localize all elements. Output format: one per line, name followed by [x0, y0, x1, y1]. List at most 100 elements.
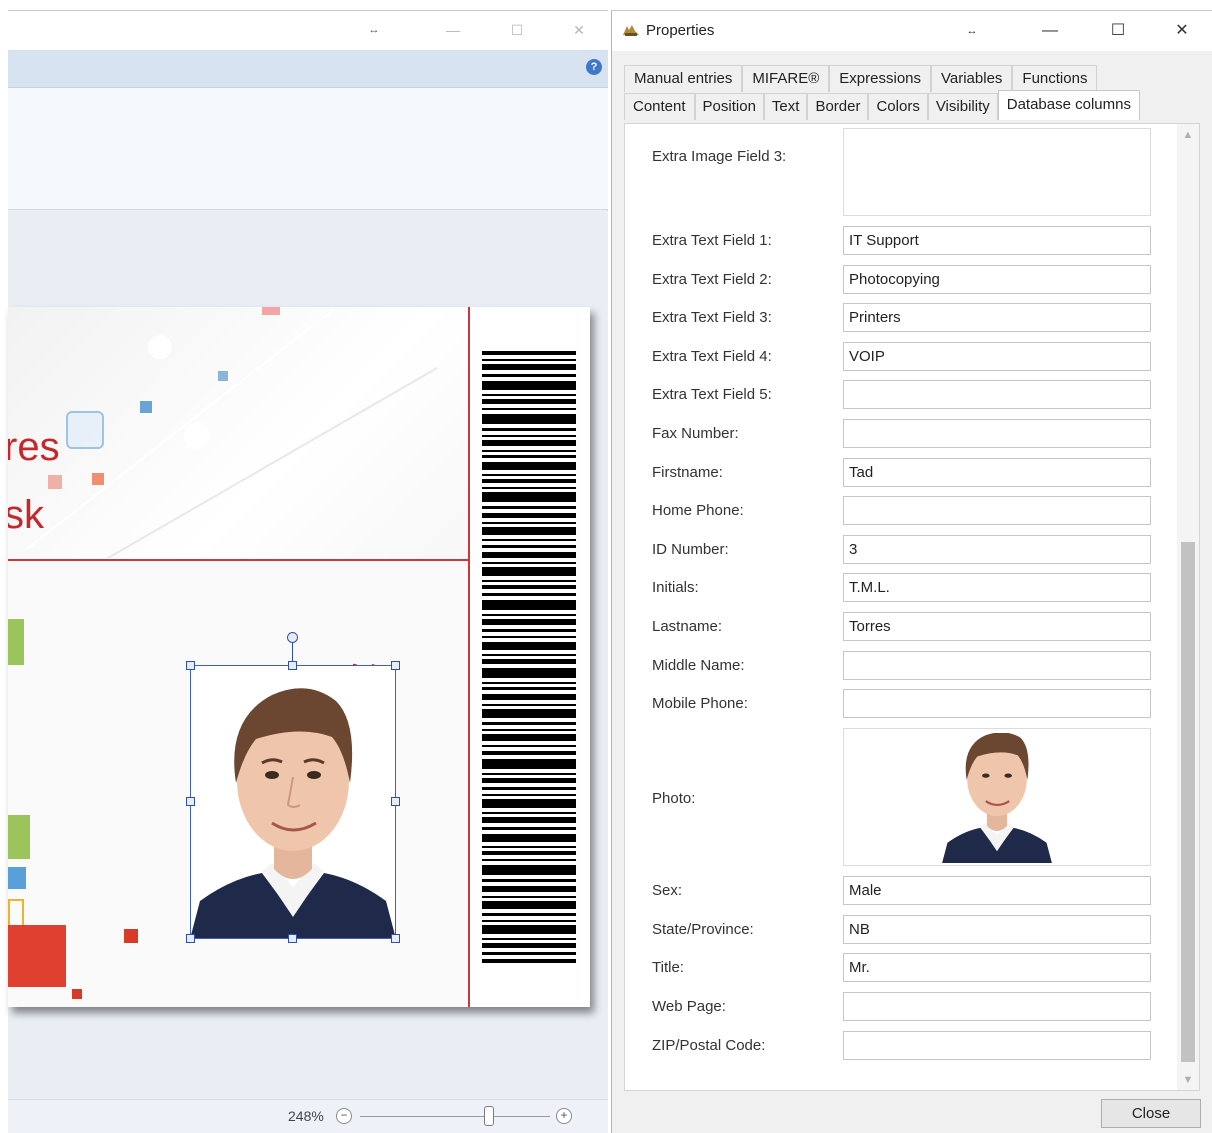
field-label: Lastname: — [652, 618, 723, 635]
extra-text-2-input[interactable]: Photocopying — [843, 265, 1151, 294]
field-label: Extra Image Field 3: — [652, 148, 787, 165]
tab-text[interactable]: Text — [763, 93, 808, 120]
tab-variables[interactable]: Variables — [931, 65, 1013, 92]
resize-handle-top[interactable] — [288, 661, 297, 670]
zoom-level: 248% — [288, 1108, 324, 1124]
restore-arrows-icon[interactable]: ↔ — [363, 19, 385, 41]
close-icon[interactable]: ✕ — [1168, 19, 1196, 43]
firstname-input[interactable]: Tad — [843, 458, 1151, 487]
tab-colors[interactable]: Colors — [868, 93, 928, 120]
deco-green-block — [8, 815, 30, 859]
deco-square — [48, 475, 62, 489]
field-label: Extra Text Field 1: — [652, 232, 772, 249]
properties-title: Properties — [646, 22, 715, 39]
extra-text-4-input[interactable]: VOIP — [843, 342, 1151, 371]
deco-square — [218, 371, 228, 381]
sex-input[interactable]: Male — [843, 876, 1151, 905]
resize-handle-top-right[interactable] — [391, 661, 400, 670]
field-label: Mobile Phone: — [652, 695, 748, 712]
deco-circle — [148, 335, 172, 359]
scroll-down-icon[interactable]: ▼ — [1177, 1070, 1199, 1090]
field-label: Extra Text Field 4: — [652, 348, 772, 365]
resize-handle-bottom-right[interactable] — [391, 934, 400, 943]
tab-expressions[interactable]: Expressions — [829, 65, 931, 92]
zoom-slider-thumb[interactable] — [484, 1106, 494, 1126]
web-page-input[interactable] — [843, 992, 1151, 1021]
help-icon[interactable]: ? — [586, 59, 602, 75]
field-label: ZIP/Postal Code: — [652, 1037, 766, 1054]
tab-visibility[interactable]: Visibility — [927, 93, 998, 120]
rotation-handle[interactable] — [287, 632, 298, 643]
tab-border[interactable]: Border — [807, 93, 869, 120]
minimize-icon[interactable]: — — [1036, 19, 1064, 43]
resize-handle-bottom[interactable] — [288, 934, 297, 943]
barcode — [482, 351, 576, 963]
card-text-fragment: res — [8, 425, 60, 469]
deco-square — [72, 989, 82, 999]
resize-handle-right[interactable] — [391, 797, 400, 806]
tab-database-columns[interactable]: Database columns — [997, 90, 1140, 120]
scroll-up-icon[interactable]: ▲ — [1177, 124, 1199, 144]
tab-row-2: Content Position Text Border Colors Visi… — [624, 90, 1140, 120]
deco-red-block — [8, 925, 66, 987]
field-label: Initials: — [652, 579, 699, 596]
field-label: Middle Name: — [652, 657, 745, 674]
fax-number-input[interactable] — [843, 419, 1151, 448]
field-label: ID Number: — [652, 541, 729, 558]
initials-input[interactable]: T.M.L. — [843, 573, 1151, 602]
field-label: Home Phone: — [652, 502, 744, 519]
extra-text-1-input[interactable]: IT Support — [843, 226, 1151, 255]
restore-arrows-icon[interactable]: ↔ — [958, 19, 986, 43]
properties-dialog: Properties ↔ — ☐ ✕ Manual entries MIFARE… — [611, 10, 1212, 1133]
id-card: res sk — [8, 307, 590, 1007]
deco-green-block — [8, 619, 24, 665]
tab-content[interactable]: Content — [624, 93, 695, 120]
resize-handle-bottom-left[interactable] — [186, 934, 195, 943]
photo-selection-box[interactable] — [190, 665, 396, 939]
lastname-input[interactable]: Torres — [843, 612, 1151, 641]
status-bar: 248% − + — [8, 1099, 608, 1133]
tab-mifare[interactable]: MIFARE® — [742, 65, 830, 92]
photo-preview-box[interactable] — [843, 728, 1151, 866]
properties-app-icon — [623, 25, 639, 36]
minimize-icon[interactable]: — — [442, 19, 464, 41]
zoom-out-icon[interactable]: − — [336, 1108, 352, 1124]
deco-rounded-square — [66, 411, 104, 449]
card-text-fragment: sk — [8, 493, 44, 537]
field-label: Extra Text Field 5: — [652, 386, 772, 403]
vertical-scrollbar[interactable]: ▲ ▼ — [1177, 124, 1199, 1090]
resize-handle-top-left[interactable] — [186, 661, 195, 670]
zip-postal-input[interactable] — [843, 1031, 1151, 1060]
home-phone-input[interactable] — [843, 496, 1151, 525]
extra-text-3-input[interactable]: Printers — [843, 303, 1151, 332]
field-label: Fax Number: — [652, 425, 739, 442]
close-icon[interactable]: ✕ — [568, 19, 590, 41]
title-input[interactable]: Mr. — [843, 953, 1151, 982]
card-divider-horizontal — [8, 559, 470, 561]
ribbon-body — [8, 88, 608, 210]
design-canvas[interactable]: res sk — [8, 211, 608, 1099]
deco-circle — [184, 423, 210, 449]
extra-text-5-input[interactable] — [843, 380, 1151, 409]
state-province-input[interactable]: NB — [843, 915, 1151, 944]
maximize-icon[interactable]: ☐ — [1104, 19, 1132, 43]
field-label: Sex: — [652, 882, 683, 899]
resize-handle-left[interactable] — [186, 797, 195, 806]
tab-manual-entries[interactable]: Manual entries — [624, 65, 743, 92]
field-label: Web Page: — [652, 998, 726, 1015]
tab-position[interactable]: Position — [694, 93, 764, 120]
designer-window: ↔ — ☐ ✕ ? res sk 248% − + — [8, 10, 608, 1133]
scrollbar-thumb[interactable] — [1181, 542, 1195, 1062]
close-button[interactable]: Close — [1101, 1099, 1201, 1128]
deco-square — [124, 929, 138, 943]
fields-scroll-area[interactable]: Extra Image Field 3: Extra Text Field 1:… — [625, 124, 1177, 1090]
middle-name-input[interactable] — [843, 651, 1151, 680]
card-divider-vertical — [468, 307, 470, 1007]
mobile-phone-input[interactable] — [843, 689, 1151, 718]
zoom-in-icon[interactable]: + — [556, 1108, 572, 1124]
zoom-slider-track[interactable] — [360, 1116, 550, 1117]
id-number-input[interactable]: 3 — [843, 535, 1151, 564]
extra-image-3-box[interactable] — [843, 128, 1151, 216]
maximize-icon[interactable]: ☐ — [506, 19, 528, 41]
tab-functions[interactable]: Functions — [1012, 65, 1098, 92]
